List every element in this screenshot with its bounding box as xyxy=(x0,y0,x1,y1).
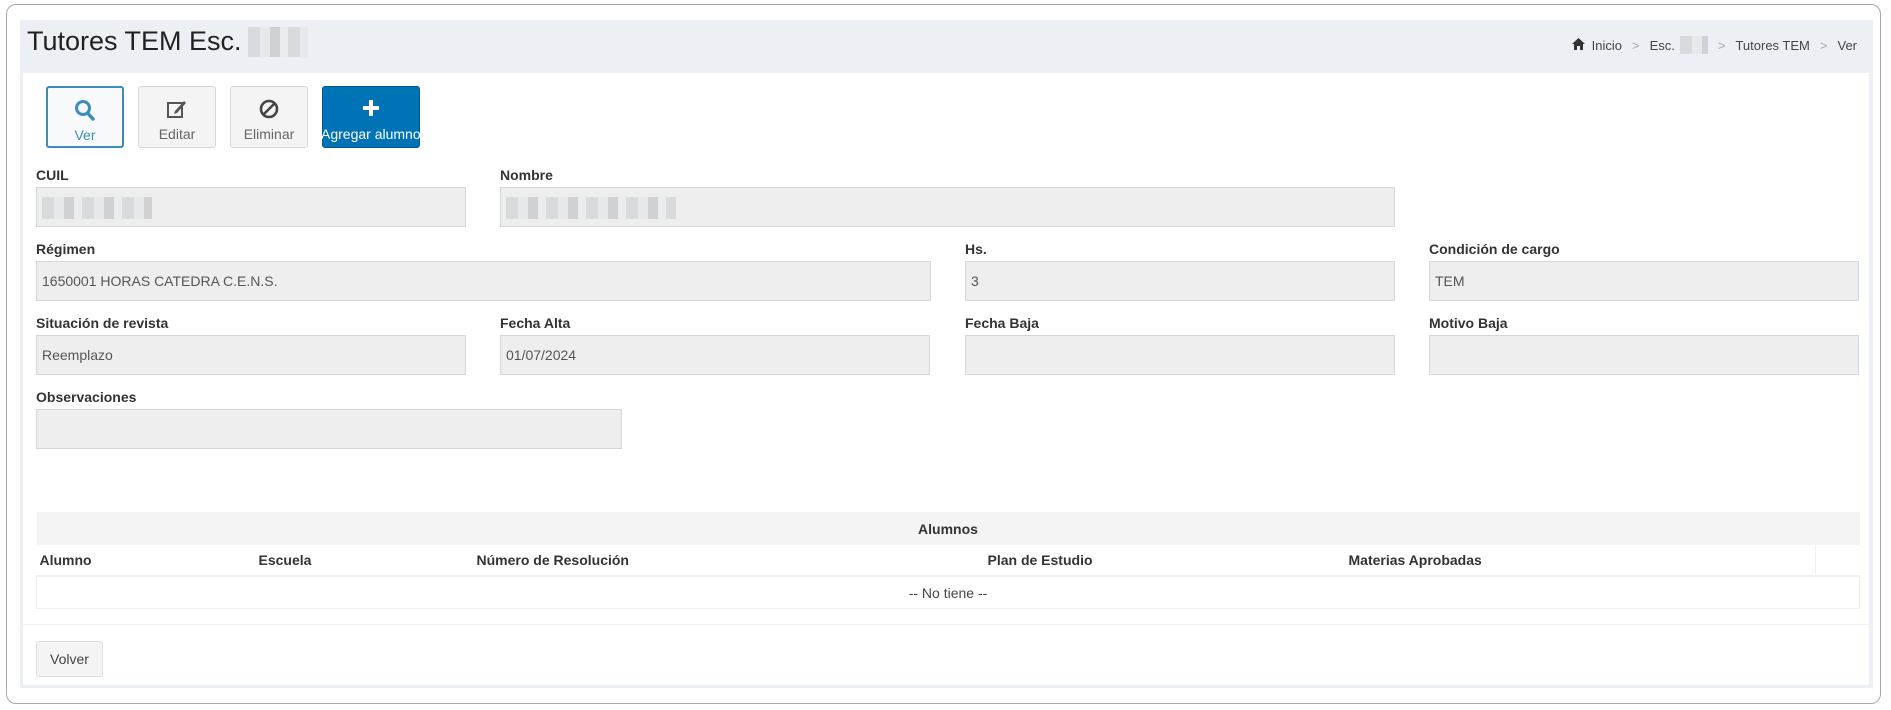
breadcrumb-home-link[interactable]: Inicio xyxy=(1592,38,1622,53)
redacted-nombre xyxy=(506,197,676,220)
column-alumno: Alumno xyxy=(36,545,256,577)
column-numero-resolucion: Número de Resolución xyxy=(473,545,985,577)
fecha-baja-field[interactable] xyxy=(965,335,1395,375)
fecha-alta-field[interactable]: 01/07/2024 xyxy=(500,335,930,375)
agregar-alumno-button[interactable]: Agregar alumno xyxy=(321,86,421,148)
situacion-label: Situación de revista xyxy=(36,315,169,331)
ver-button-label: Ver xyxy=(74,127,96,143)
eliminar-button[interactable]: Eliminar xyxy=(230,86,308,148)
home-icon xyxy=(1571,37,1585,53)
eliminar-button-label: Eliminar xyxy=(243,126,295,142)
column-escuela: Escuela xyxy=(255,545,474,577)
condicion-field[interactable]: TEM xyxy=(1429,261,1859,301)
edit-icon xyxy=(139,98,215,124)
alumnos-table-wrapper: Alumnos Alumno Escuela Número de Resoluc… xyxy=(36,512,1860,609)
redacted-cuil xyxy=(42,197,152,220)
motivo-baja-label: Motivo Baja xyxy=(1429,315,1508,331)
regimen-field[interactable]: 1650001 HORAS CATEDRA C.E.N.S. xyxy=(36,261,931,301)
redacted-school-name xyxy=(247,26,308,57)
page-title: Tutores TEM Esc. xyxy=(27,26,308,57)
breadcrumb-tutores-link[interactable]: Tutores TEM xyxy=(1735,38,1809,53)
column-materias-aprobadas: Materias Aprobadas xyxy=(1345,545,1815,577)
alumnos-table: Alumnos Alumno Escuela Número de Resoluc… xyxy=(36,512,1860,609)
alumnos-table-caption: Alumnos xyxy=(36,512,1860,545)
cuil-field[interactable] xyxy=(36,187,466,227)
search-icon xyxy=(48,99,122,125)
volver-button[interactable]: Volver xyxy=(36,641,103,677)
situacion-field[interactable]: Reemplazo xyxy=(36,335,466,375)
box-footer-divider xyxy=(23,624,1869,625)
hs-label: Hs. xyxy=(965,241,987,257)
fecha-baja-label: Fecha Baja xyxy=(965,315,1039,331)
breadcrumb-separator: > xyxy=(1717,37,1726,53)
window-frame: Tutores TEM Esc. Inicio > Esc. > Tutores… xyxy=(6,4,1881,704)
breadcrumb-separator: > xyxy=(1819,37,1828,53)
regimen-label: Régimen xyxy=(36,241,96,257)
page-title-text: Tutores TEM Esc. xyxy=(27,26,242,56)
motivo-baja-field[interactable] xyxy=(1429,335,1859,375)
ver-button[interactable]: Ver xyxy=(46,86,124,148)
breadcrumb-school-link[interactable]: Esc. xyxy=(1650,38,1675,53)
ban-icon xyxy=(231,98,307,124)
observaciones-field[interactable] xyxy=(36,409,622,449)
breadcrumb-separator: > xyxy=(1631,37,1640,53)
nombre-field[interactable] xyxy=(500,187,1395,227)
editar-button-label: Editar xyxy=(158,126,196,142)
empty-row-message: -- No tiene -- xyxy=(36,575,1860,609)
hs-field[interactable]: 3 xyxy=(965,261,1395,301)
observaciones-label: Observaciones xyxy=(36,389,137,405)
content-wrapper: Tutores TEM Esc. Inicio > Esc. > Tutores… xyxy=(20,20,1873,688)
fecha-alta-label: Fecha Alta xyxy=(500,315,571,331)
detail-box: Ver Editar Eliminar Agregar alumno CUIL … xyxy=(23,73,1869,685)
cuil-label: CUIL xyxy=(36,167,69,183)
redacted-school-number xyxy=(1679,36,1708,54)
nombre-label: Nombre xyxy=(500,167,553,183)
plus-icon xyxy=(323,98,419,124)
agregar-alumno-button-label: Agregar alumno xyxy=(321,126,421,142)
breadcrumb-current: Ver xyxy=(1837,37,1857,53)
column-plan-estudio: Plan de Estudio xyxy=(984,545,1346,577)
editar-button[interactable]: Editar xyxy=(138,86,216,148)
condicion-label: Condición de cargo xyxy=(1429,241,1560,257)
column-actions xyxy=(1814,545,1860,577)
breadcrumb: Inicio > Esc. > Tutores TEM > Ver xyxy=(1571,36,1857,54)
